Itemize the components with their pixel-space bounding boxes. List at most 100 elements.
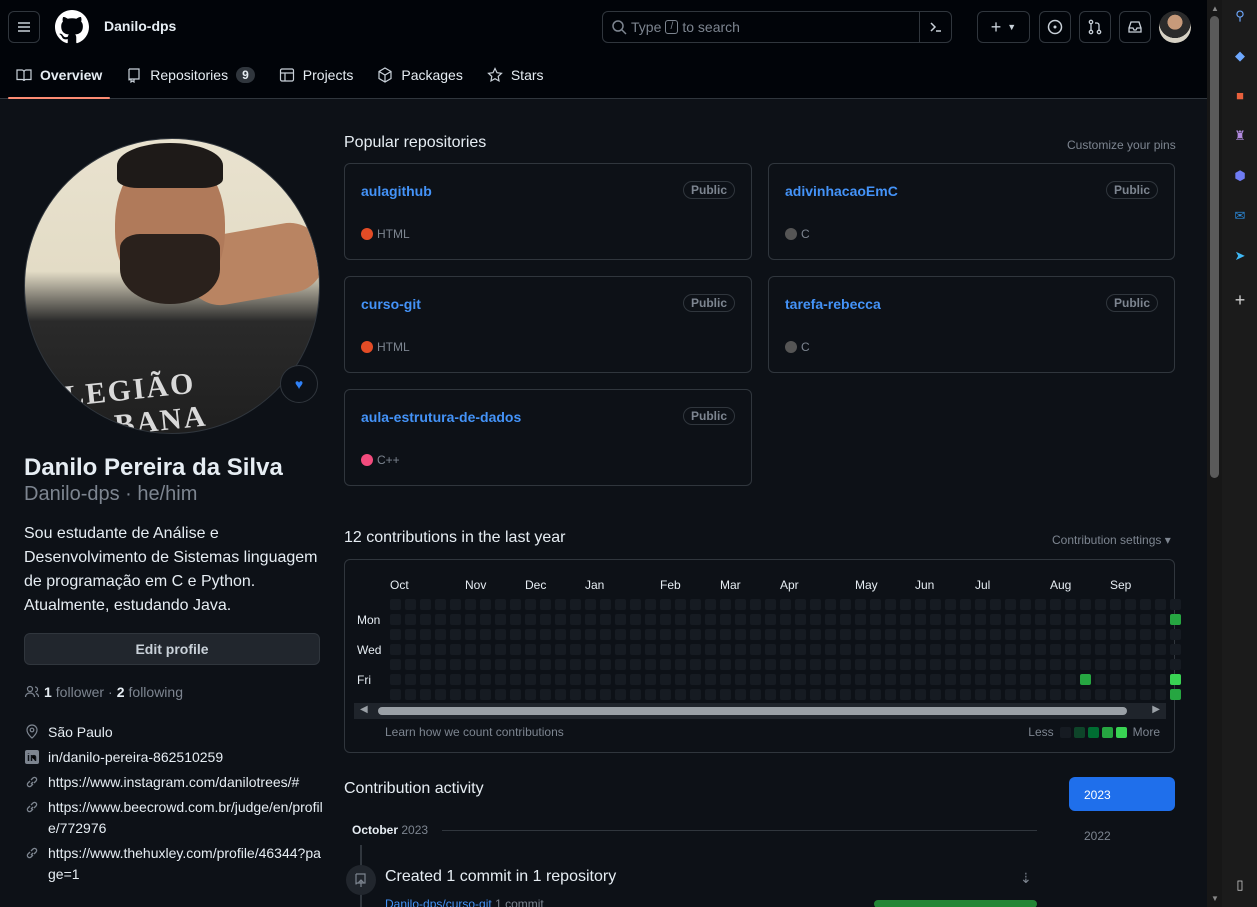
contribution-day[interactable] — [480, 614, 491, 625]
contribution-day[interactable] — [645, 674, 656, 685]
contribution-day[interactable] — [720, 674, 731, 685]
contribution-day[interactable] — [1110, 659, 1121, 670]
contribution-day[interactable] — [450, 614, 461, 625]
contribution-day[interactable] — [735, 644, 746, 655]
contribution-day[interactable] — [765, 599, 776, 610]
contribution-day[interactable] — [495, 659, 506, 670]
contribution-day[interactable] — [1080, 659, 1091, 670]
learn-contributions-link[interactable]: Learn how we count contributions — [385, 725, 564, 739]
contribution-day[interactable] — [1125, 659, 1136, 670]
contribution-day[interactable] — [960, 674, 971, 685]
contribution-day[interactable] — [975, 689, 986, 700]
contribution-day[interactable] — [435, 614, 446, 625]
contribution-day[interactable] — [855, 659, 866, 670]
contribution-day[interactable] — [870, 674, 881, 685]
contribution-day[interactable] — [975, 659, 986, 670]
contribution-day[interactable] — [435, 599, 446, 610]
contribution-day[interactable] — [645, 644, 656, 655]
contribution-day[interactable] — [825, 614, 836, 625]
contribution-day[interactable] — [675, 599, 686, 610]
contribution-day[interactable] — [780, 629, 791, 640]
contribution-day[interactable] — [405, 629, 416, 640]
contribution-day[interactable] — [585, 674, 596, 685]
contribution-day[interactable] — [555, 659, 566, 670]
contribution-day[interactable] — [630, 674, 641, 685]
set-status-button[interactable]: ♥ — [280, 365, 318, 403]
contribution-day[interactable] — [525, 689, 536, 700]
contribution-day[interactable] — [1050, 599, 1061, 610]
contribution-day[interactable] — [810, 674, 821, 685]
contribution-day[interactable] — [1050, 659, 1061, 670]
repo-name-link[interactable]: adivinhacaoEmC — [785, 183, 898, 199]
contribution-day[interactable] — [1020, 599, 1031, 610]
contribution-day[interactable] — [1125, 674, 1136, 685]
social-link[interactable]: https://www.thehuxley.com/profile/46344?… — [48, 843, 324, 885]
contribution-day[interactable] — [1095, 614, 1106, 625]
contribution-day[interactable] — [450, 659, 461, 670]
contribution-day[interactable] — [915, 599, 926, 610]
contribution-day[interactable] — [1005, 599, 1016, 610]
contribution-day[interactable] — [705, 629, 716, 640]
contribution-day[interactable] — [840, 689, 851, 700]
contribution-day[interactable] — [510, 629, 521, 640]
contribution-day[interactable] — [585, 614, 596, 625]
contribution-day[interactable] — [600, 614, 611, 625]
contribution-day[interactable] — [540, 629, 551, 640]
outlook-icon[interactable]: ✉ — [1232, 208, 1248, 224]
contribution-day[interactable] — [1095, 689, 1106, 700]
contribution-day[interactable] — [390, 599, 401, 610]
contribution-day[interactable] — [810, 689, 821, 700]
contribution-day[interactable] — [660, 644, 671, 655]
contribution-day[interactable] — [420, 629, 431, 640]
contribution-day[interactable] — [885, 659, 896, 670]
contribution-day[interactable] — [465, 689, 476, 700]
contribution-day[interactable] — [690, 614, 701, 625]
contribution-day[interactable] — [1080, 629, 1091, 640]
contribution-day[interactable] — [840, 629, 851, 640]
contribution-day[interactable] — [780, 644, 791, 655]
contribution-day[interactable] — [960, 629, 971, 640]
contribution-day[interactable] — [1110, 614, 1121, 625]
contribution-day[interactable] — [855, 614, 866, 625]
contribution-day[interactable] — [705, 689, 716, 700]
contribution-day[interactable] — [1125, 629, 1136, 640]
contribution-day[interactable] — [780, 599, 791, 610]
contribution-day[interactable] — [420, 659, 431, 670]
contribution-day[interactable] — [1065, 644, 1076, 655]
contribution-day[interactable] — [1020, 674, 1031, 685]
contribution-day[interactable] — [975, 614, 986, 625]
contribution-day[interactable] — [1020, 629, 1031, 640]
contribution-day[interactable] — [810, 659, 821, 670]
contribution-day[interactable] — [1050, 689, 1061, 700]
contribution-day[interactable] — [405, 659, 416, 670]
search-input[interactable]: Type / to search — [602, 11, 952, 43]
contribution-day[interactable] — [870, 614, 881, 625]
contribution-day[interactable] — [570, 689, 581, 700]
contribution-day[interactable] — [585, 599, 596, 610]
contribution-day[interactable] — [645, 629, 656, 640]
contribution-day[interactable] — [660, 614, 671, 625]
contribution-day[interactable] — [525, 599, 536, 610]
contribution-day[interactable] — [1155, 674, 1166, 685]
linkedin-link[interactable]: in/danilo-pereira-862510259 — [48, 747, 223, 768]
search-icon[interactable]: ⚲ — [1232, 8, 1248, 24]
contribution-day[interactable] — [495, 599, 506, 610]
contribution-day[interactable] — [750, 659, 761, 670]
contribution-day[interactable] — [840, 644, 851, 655]
contribution-day[interactable] — [1095, 644, 1106, 655]
contribution-day[interactable] — [990, 674, 1001, 685]
contribution-day[interactable] — [1170, 659, 1181, 670]
contribution-day[interactable] — [870, 599, 881, 610]
contribution-day[interactable] — [885, 629, 896, 640]
contribution-day[interactable] — [900, 629, 911, 640]
contribution-day[interactable] — [480, 689, 491, 700]
contribution-day[interactable] — [750, 674, 761, 685]
contribution-day[interactable] — [1035, 689, 1046, 700]
contribution-day[interactable] — [750, 629, 761, 640]
contribution-day[interactable] — [630, 629, 641, 640]
contribution-day[interactable] — [720, 689, 731, 700]
contribution-day[interactable] — [555, 599, 566, 610]
contribution-day[interactable] — [525, 674, 536, 685]
contribution-day[interactable] — [1035, 629, 1046, 640]
contribution-day[interactable] — [1080, 614, 1091, 625]
